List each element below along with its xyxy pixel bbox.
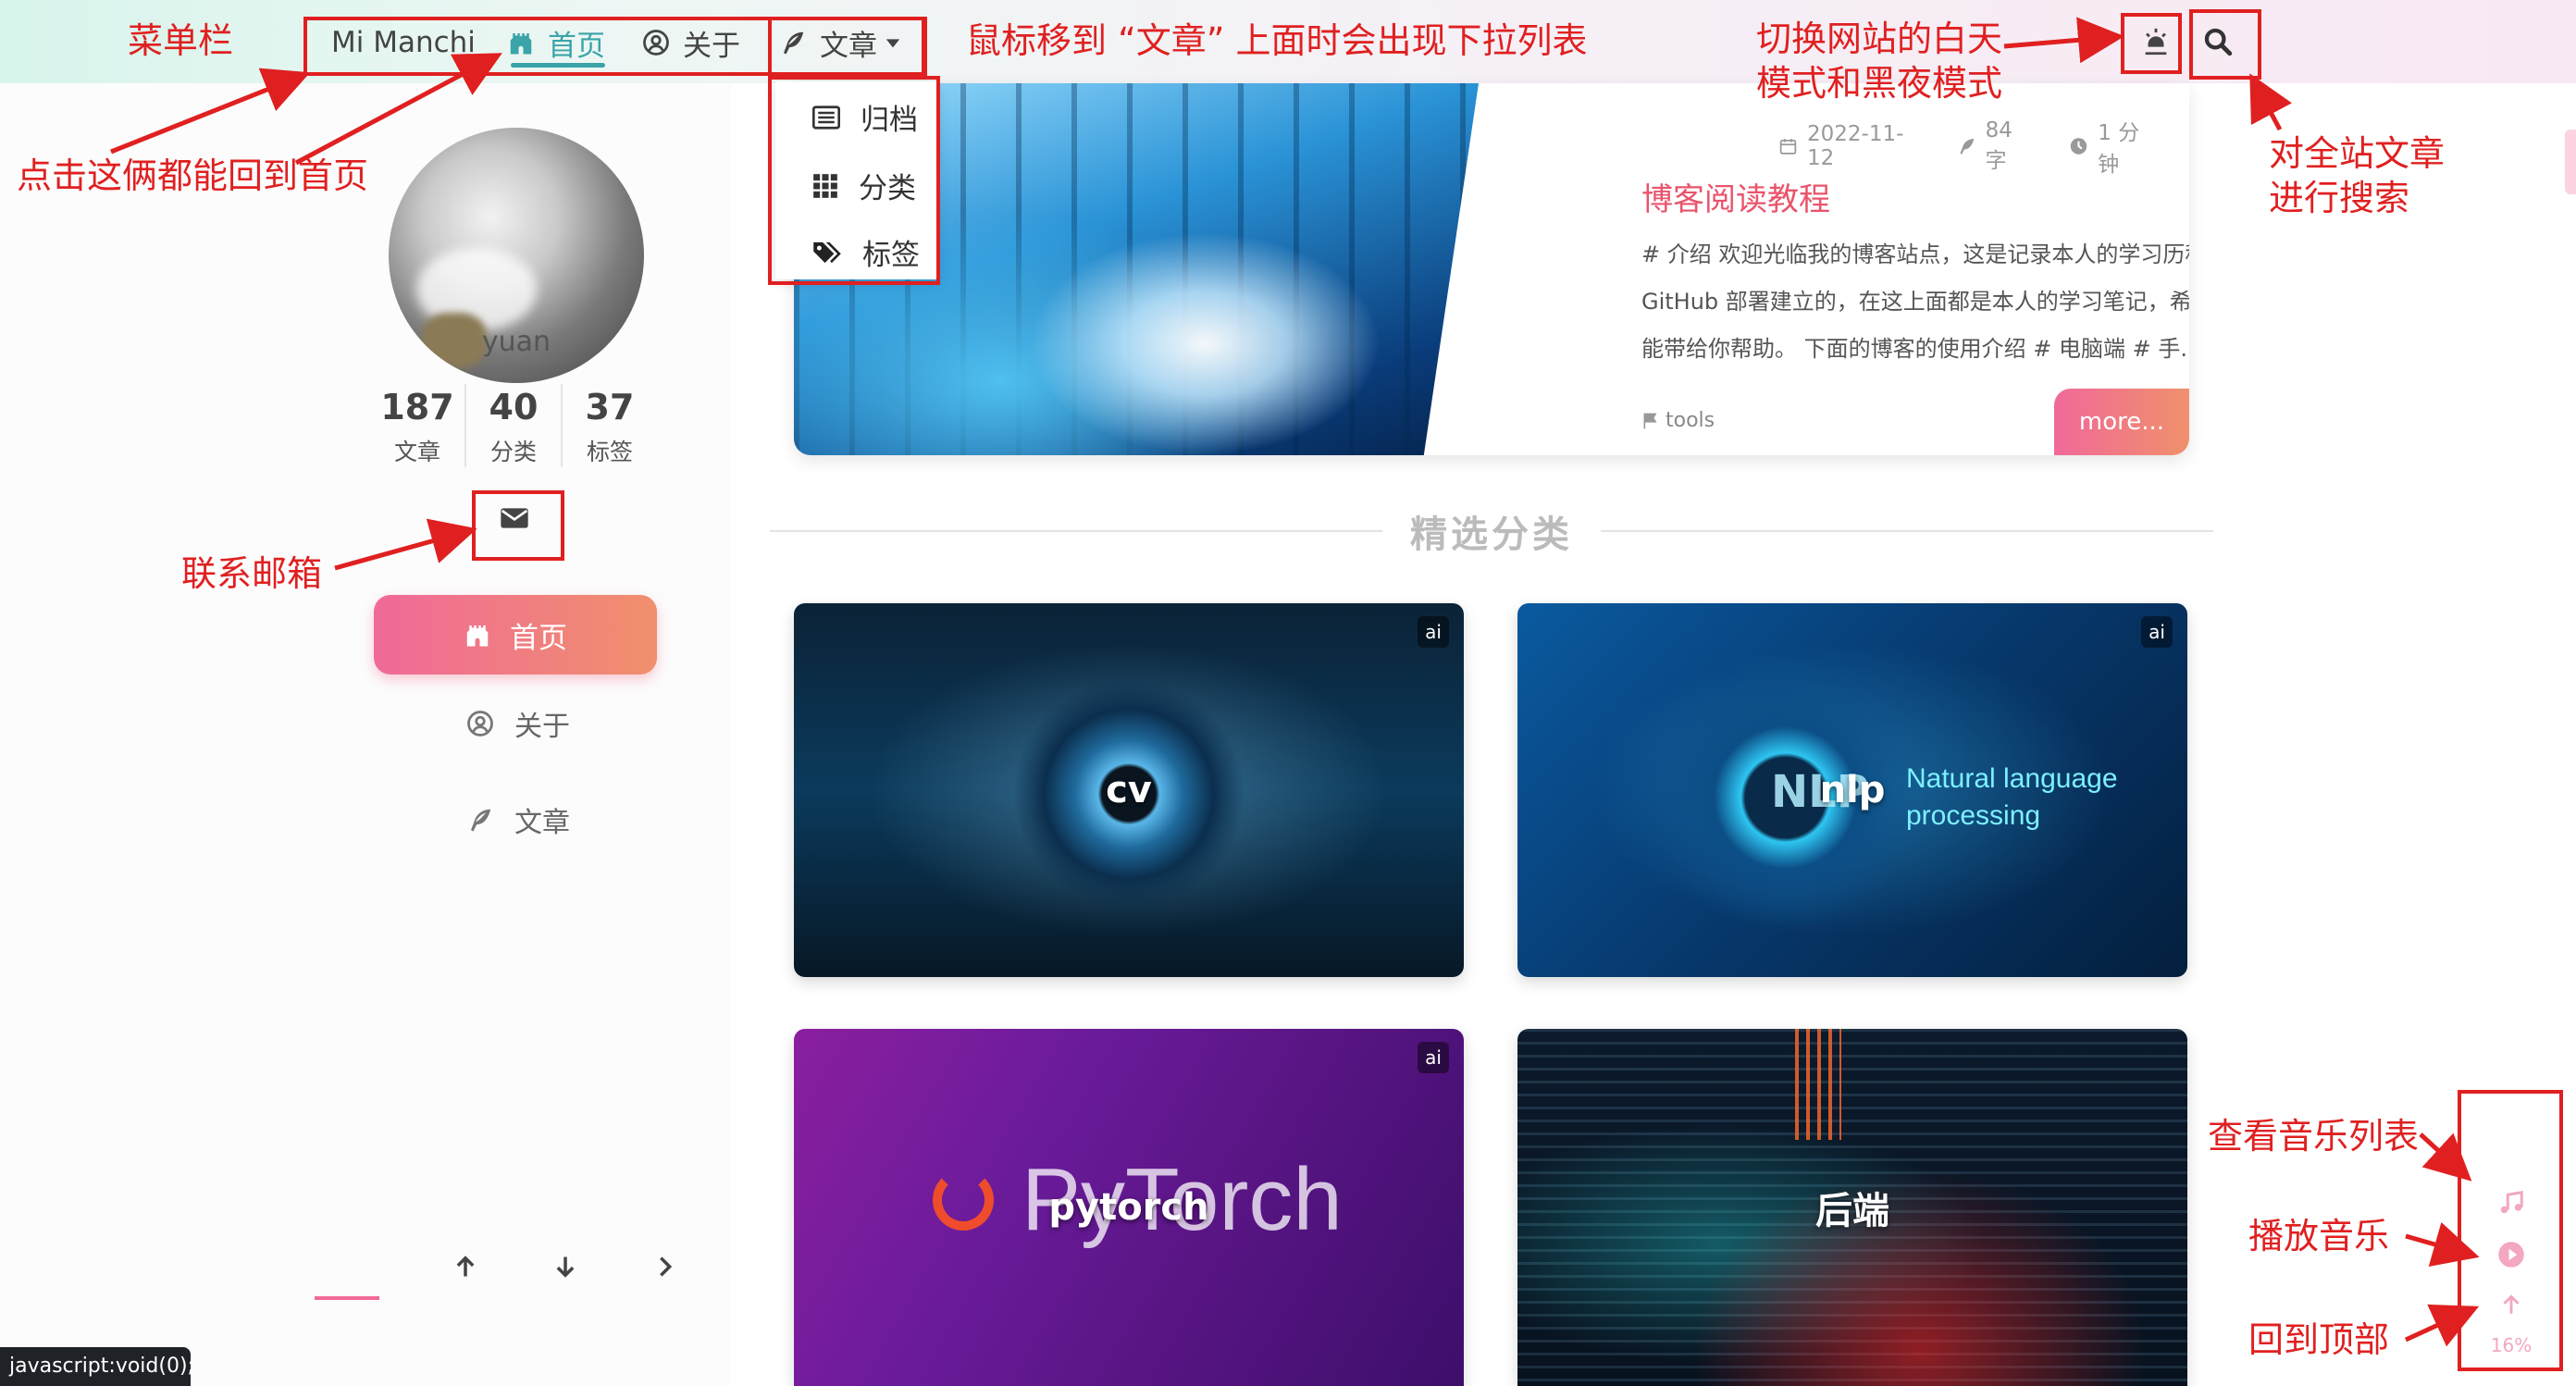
category-card-label: pytorch: [1048, 1186, 1209, 1229]
annotation-theme-line2: 模式和黑夜模式: [1756, 63, 2003, 104]
post-words-text: 84 字: [1985, 118, 2012, 173]
category-card-cv[interactable]: ai cv: [794, 603, 1464, 977]
category-card-pytorch[interactable]: ai PyTorch pytorch: [794, 1029, 1464, 1386]
chevron-right-icon: [660, 1256, 673, 1277]
divider-right: [1601, 530, 2213, 532]
post-read-time-text: 1 分钟: [2098, 121, 2140, 177]
sidebar-item-about[interactable]: 关于: [466, 703, 570, 744]
sidebar: yuan 187 文章 40 分类 37 标签 首页 关于 文章: [0, 83, 731, 1386]
post-read-time: 1 分钟: [2069, 115, 2158, 178]
arrow-up-icon: [456, 1256, 475, 1277]
sidebar-scroll-up-button[interactable]: [442, 1244, 489, 1290]
post-meta: 2022-11-12 84 字 1 分钟: [1778, 115, 2189, 178]
category-card-label: nlp: [1819, 769, 1886, 811]
post-excerpt: # 介绍 欢迎光临我的博客站点，这是记录本人的学习历程而基于 GitHub 部署…: [1641, 241, 2189, 362]
annotation-play-music: 播放音乐: [2248, 1216, 2390, 1256]
user-circle-icon: [467, 711, 493, 736]
post-words: 84 字: [1957, 118, 2038, 174]
post-date: 2022-11-12: [1778, 122, 1926, 170]
annotation-search-line2: 进行搜索: [2269, 178, 2410, 218]
site-stats: 187 文章 40 分类 37 标签: [370, 384, 657, 467]
category-card-nlp[interactable]: ai Natural language processing NLP nlp: [1517, 603, 2187, 977]
sidebar-item-about-label: 关于: [514, 711, 570, 743]
stat-posts-label: 文章: [393, 439, 440, 465]
browser-status-bar: javascript:void(0);: [0, 1347, 194, 1386]
castle-icon: [466, 625, 489, 647]
clock-icon: [2071, 138, 2087, 155]
annotation-box-search: [2189, 9, 2261, 80]
sidebar-scroll-down-button[interactable]: [542, 1244, 588, 1290]
pen-icon: [1960, 139, 1974, 155]
read-more-button[interactable]: more...: [2054, 389, 2189, 455]
annotation-menu-bar: 菜单栏: [128, 20, 234, 61]
post-tag[interactable]: tools: [1641, 409, 1715, 432]
annotation-theme-line1: 切换网站的白天: [1756, 19, 2003, 59]
stat-tags[interactable]: 37 标签: [563, 384, 657, 467]
sidebar-progress-line: [315, 1296, 379, 1300]
stat-categories-value: 40: [489, 387, 539, 427]
annotation-search-line1: 对全站文章: [2269, 133, 2446, 174]
category-card-backend[interactable]: 后端: [1517, 1029, 2187, 1386]
sidebar-item-home[interactable]: 首页: [374, 595, 657, 674]
annotation-dropdown-hint: 鼠标移到 “文章” 上面时会出现下拉列表: [966, 20, 1588, 61]
sidebar-next-button[interactable]: [642, 1244, 688, 1290]
arrow-down-icon: [556, 1256, 575, 1278]
stat-categories[interactable]: 40 分类: [466, 384, 563, 467]
stat-categories-label: 分类: [489, 439, 537, 465]
post-title[interactable]: 博客阅读教程: [1641, 174, 1830, 219]
arrow-to-search: [2249, 73, 2292, 131]
annotation-home-click: 点击这俩都能回到首页: [17, 155, 369, 196]
stat-posts[interactable]: 187 文章: [370, 384, 466, 467]
post-card[interactable]: 2022-11-12 84 字 1 分钟 博客阅读教程 # 介绍 欢迎光临我的博…: [794, 83, 2189, 455]
stat-tags-value: 37: [585, 387, 635, 427]
annotation-box-dropdown: [768, 76, 940, 285]
sidebar-item-articles[interactable]: 文章: [466, 799, 570, 840]
page-edge-accent: [2565, 130, 2576, 194]
annotation-back-to-top: 回到顶部: [2248, 1319, 2390, 1360]
post-date-text: 2022-11-12: [1807, 122, 1904, 170]
post-tag-label: tools: [1666, 409, 1715, 432]
flag-icon: [1643, 413, 1657, 428]
divider-left: [770, 530, 1382, 532]
category-card-label: cv: [1106, 769, 1152, 811]
calendar-icon: [1779, 139, 1797, 155]
sidebar-item-home-label: 首页: [510, 621, 567, 655]
sidebar-item-articles-label: 文章: [514, 807, 570, 839]
stat-posts-value: 187: [380, 387, 454, 427]
annotation-box-email: [472, 490, 564, 561]
feather-icon: [471, 809, 491, 832]
annotation-box-articles: [768, 17, 925, 76]
annotation-email: 联系邮箱: [181, 553, 323, 594]
annotation-music-list: 查看音乐列表: [2208, 1116, 2420, 1157]
annotation-box-floating: [2458, 1090, 2563, 1371]
annotation-box-theme: [2121, 13, 2182, 74]
featured-categories-heading: 精选分类: [770, 503, 2213, 559]
stat-tags-label: 标签: [586, 439, 633, 465]
featured-categories-title: 精选分类: [1410, 513, 1573, 556]
category-card-label: 后端: [1815, 1190, 1889, 1232]
